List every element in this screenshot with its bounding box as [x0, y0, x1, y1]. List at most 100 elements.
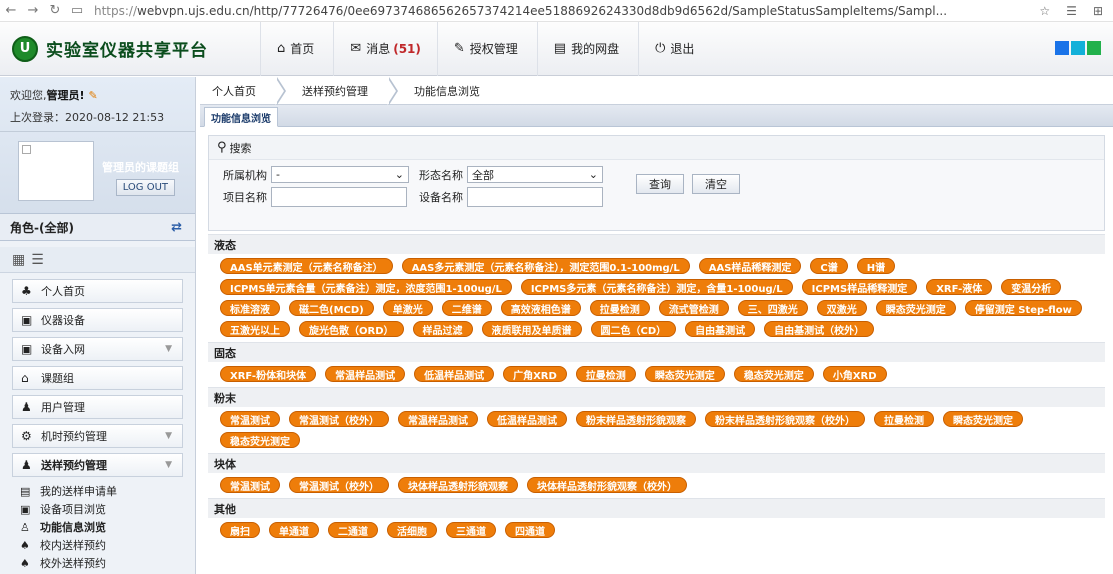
form-select[interactable]: 全部 ⌄ — [467, 166, 603, 183]
function-chip[interactable]: 活细胞 — [387, 522, 437, 538]
sidebar-item-5[interactable]: ⚙ 机时预约管理 ▼ — [12, 424, 183, 448]
breadcrumb-item-1[interactable]: 送样预约管理 — [278, 77, 398, 105]
site-logo[interactable]: U 实验室仪器共享平台 — [0, 35, 260, 62]
function-chip[interactable]: 常温样品测试 — [398, 411, 478, 427]
switch-role-icon[interactable]: ⇄ — [171, 220, 182, 235]
tab-function-browse[interactable]: 功能信息浏览 — [204, 107, 278, 127]
sidebar-item-6[interactable]: ♟ 送样预约管理 ▼ — [12, 453, 183, 477]
function-chip[interactable]: 瞬态荧光测定 — [943, 411, 1023, 427]
function-chip[interactable]: 常温测试 — [220, 477, 280, 493]
project-name-input[interactable] — [271, 187, 407, 207]
function-chip[interactable]: ICPMS多元素（元素名称备注）测定，含量1-100ug/L — [520, 279, 793, 295]
function-chip[interactable]: 样品过滤 — [412, 321, 473, 337]
function-chip[interactable]: 五激光以上 — [220, 321, 290, 337]
function-chip[interactable]: AAS多元素测定（元素名称备注），测定范围0.1-100mg/L — [401, 258, 690, 274]
function-chip[interactable]: ICPMS单元素含量（元素备注）测定，浓度范围1-100ug/L — [220, 279, 512, 295]
function-chip[interactable]: 二通道 — [328, 522, 378, 538]
function-chip[interactable]: 旋光色散（ORD） — [299, 321, 404, 337]
function-chip[interactable]: 拉曼检测 — [589, 300, 650, 316]
function-chip[interactable]: 液质联用及单质谱 — [481, 321, 582, 337]
function-chip[interactable]: 常温测试（校外） — [289, 477, 389, 493]
menu-label: 用户管理 — [41, 401, 85, 414]
nav-item-1[interactable]: ✉ 消息 (51) — [333, 21, 437, 76]
back-icon[interactable]: ← — [0, 3, 22, 18]
logout-button[interactable]: LOG OUT — [115, 179, 175, 196]
submenu-item-2[interactable]: ♙ 功能信息浏览 — [20, 518, 183, 536]
function-chip[interactable]: 双激光 — [816, 300, 867, 316]
function-chip[interactable]: C谱 — [810, 258, 848, 274]
sidebar-item-2[interactable]: ▣ 设备入网 ▼ — [12, 337, 183, 361]
function-chip[interactable]: 四通道 — [505, 522, 555, 538]
function-chip[interactable]: 稳态荧光测定 — [733, 366, 814, 382]
nav-item-4[interactable]: ⏻ 退出 — [638, 21, 713, 76]
function-chip[interactable]: 常温样品测试 — [325, 366, 406, 382]
function-chip[interactable]: AAS样品稀释测定 — [698, 258, 802, 274]
function-chip[interactable]: 瞬态荧光测定 — [644, 366, 725, 382]
collections-icon[interactable]: ⊞ — [1093, 4, 1103, 18]
query-button[interactable]: 查询 — [636, 174, 684, 194]
function-chip[interactable]: 自由基测试 — [685, 321, 756, 337]
theme-swatch-2[interactable] — [1087, 41, 1101, 55]
function-chip[interactable]: 粉末样品透射形貌观察 — [576, 411, 696, 427]
submenu-item-3[interactable]: ♠ 校内送样预约 — [20, 536, 183, 554]
function-chip[interactable]: 稳态荧光测定 — [220, 432, 300, 448]
favorite-star-icon[interactable]: ☆ — [1039, 4, 1050, 18]
sidebar-item-4[interactable]: ♟ 用户管理 — [12, 395, 183, 419]
function-chip[interactable]: ICPMS样品稀释测定 — [801, 279, 918, 295]
breadcrumb-item-2[interactable]: 功能信息浏览 — [390, 77, 502, 104]
function-chip[interactable]: 变温分析 — [1001, 279, 1062, 295]
function-chip[interactable]: 单通道 — [269, 522, 319, 538]
function-chip[interactable]: 常温测试（校外） — [289, 411, 389, 427]
reload-icon[interactable]: ↻ — [44, 3, 66, 18]
function-chip[interactable]: AAS单元素测定（元素名称备注） — [220, 258, 393, 274]
function-chip[interactable]: 自由基测试（校外） — [764, 321, 875, 337]
function-chip[interactable]: 停留测定 Step-flow — [964, 300, 1082, 316]
function-chip[interactable]: 标准溶液 — [220, 300, 280, 316]
edit-profile-icon[interactable]: ✎ — [89, 89, 98, 102]
function-chip[interactable]: 扇扫 — [220, 522, 260, 538]
org-select[interactable]: - ⌄ — [271, 166, 409, 183]
function-chip[interactable]: 圆二色（CD） — [590, 321, 677, 337]
function-chip[interactable]: XRF-粉体和块体 — [220, 366, 317, 382]
submenu-item-4[interactable]: ♠ 校外送样预约 — [20, 554, 183, 572]
function-chip[interactable]: 块体样品透射形貌观察（校外） — [527, 477, 687, 493]
function-chip[interactable]: 拉曼检测 — [575, 366, 636, 382]
clear-button[interactable]: 清空 — [692, 174, 740, 194]
function-chip[interactable]: 低温样品测试 — [414, 366, 495, 382]
function-chip[interactable]: 小角XRD — [822, 366, 887, 382]
function-chip[interactable]: 单激光 — [382, 300, 433, 316]
function-chip[interactable]: 常温测试 — [220, 411, 280, 427]
forward-icon[interactable]: → — [22, 3, 44, 18]
function-chip[interactable]: 拉曼检测 — [874, 411, 934, 427]
address-bar[interactable]: https://webvpn.ujs.edu.cn/http/77726476/… — [88, 4, 1029, 18]
theme-swatch-0[interactable] — [1055, 41, 1069, 55]
nav-item-3[interactable]: ▤ 我的网盘 — [536, 21, 638, 76]
function-chip[interactable]: 二维谱 — [441, 300, 492, 316]
function-chip[interactable]: 三通道 — [446, 522, 496, 538]
function-chip[interactable]: 低温样品测试 — [487, 411, 567, 427]
submenu-item-0[interactable]: ▤ 我的送样申请单 — [20, 482, 183, 500]
breadcrumb-item-0[interactable]: 个人首页 — [200, 77, 286, 105]
function-chip[interactable]: 磁二色(MCD) — [289, 300, 374, 316]
sidebar-item-3[interactable]: ⌂ 课题组 — [12, 366, 183, 390]
role-selector[interactable]: 角色-(全部) ⇄ — [0, 213, 195, 241]
grid-view-icon[interactable]: ▦ — [12, 252, 25, 268]
function-chip[interactable]: 三、四激光 — [737, 300, 808, 316]
sidebar-item-1[interactable]: ▣ 仪器设备 — [12, 308, 183, 332]
function-chip[interactable]: 流式管检测 — [658, 300, 729, 316]
sidebar-item-0[interactable]: ♣ 个人首页 — [12, 279, 183, 303]
function-chip[interactable]: 广角XRD — [503, 366, 567, 382]
nav-item-2[interactable]: ✎ 授权管理 — [436, 21, 537, 76]
function-chip[interactable]: H谱 — [856, 258, 896, 274]
function-chip[interactable]: XRF-液体 — [926, 279, 993, 295]
function-chip[interactable]: 高效液相色谱 — [500, 300, 581, 316]
function-chip[interactable]: 块体样品透射形貌观察 — [398, 477, 518, 493]
list-view-icon[interactable]: ☰ — [31, 252, 44, 268]
device-name-input[interactable] — [467, 187, 603, 207]
nav-item-0[interactable]: ⌂ 首页 — [260, 21, 333, 76]
submenu-item-1[interactable]: ▣ 设备项目浏览 — [20, 500, 183, 518]
function-chip[interactable]: 瞬态荧光测定 — [875, 300, 956, 316]
function-chip[interactable]: 粉末样品透射形貌观察（校外） — [705, 411, 865, 427]
favorites-list-icon[interactable]: ☰ — [1066, 4, 1077, 18]
theme-swatch-1[interactable] — [1071, 41, 1085, 55]
